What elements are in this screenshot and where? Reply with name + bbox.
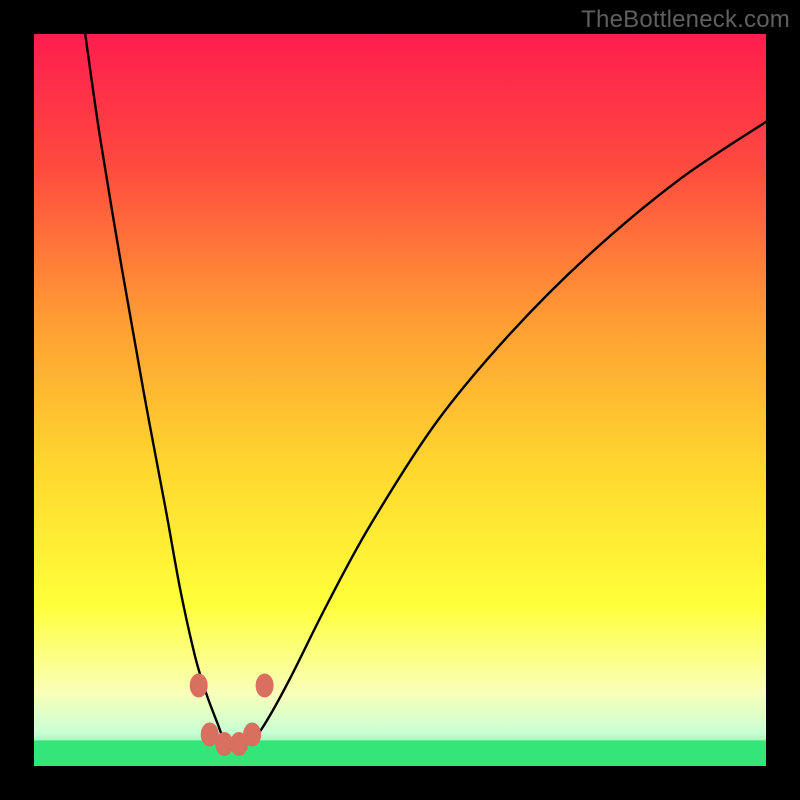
marker-dot: [190, 674, 208, 698]
curve-layer: [34, 34, 766, 766]
marker-dot: [256, 674, 274, 698]
bottleneck-curve: [85, 34, 766, 746]
marker-dot: [243, 723, 261, 747]
plot-area: [34, 34, 766, 766]
curve-markers: [190, 674, 274, 757]
watermark-text: TheBottleneck.com: [581, 6, 790, 34]
